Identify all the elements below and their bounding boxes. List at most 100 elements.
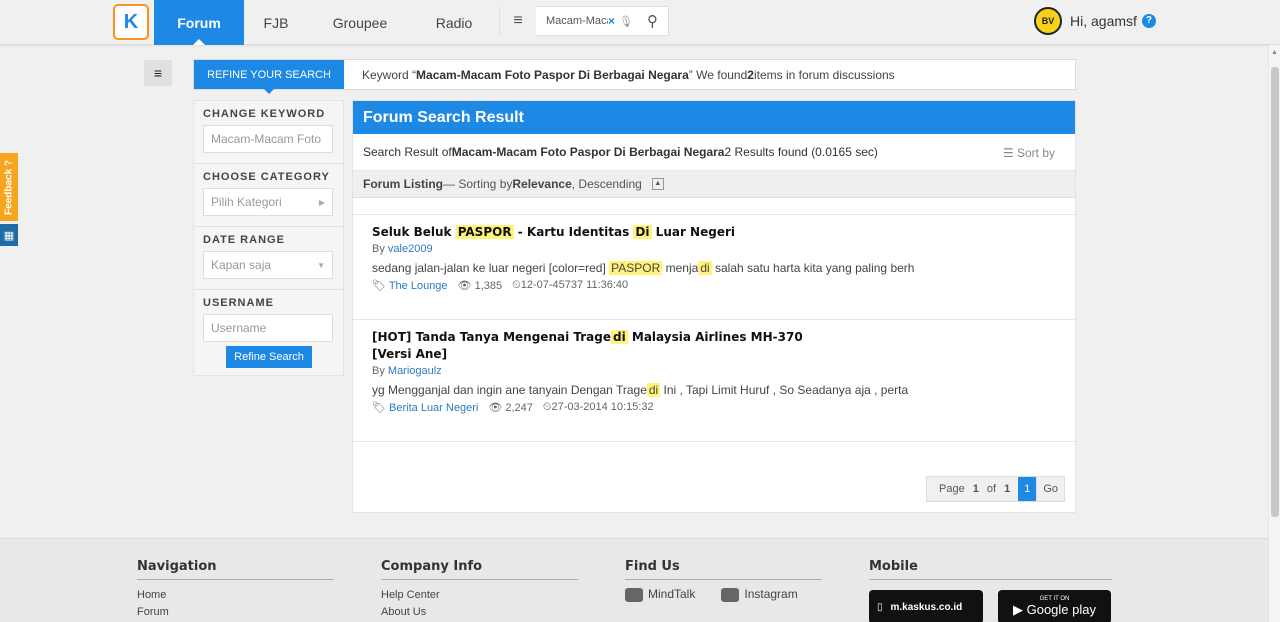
tab-fjb[interactable]: FJB (244, 0, 308, 45)
date-range-value: Kapan saja (211, 258, 272, 272)
tag-icon: 🏷 (372, 402, 386, 414)
sorting-order: , Descending (571, 177, 642, 191)
page-indicator: Page 1 of 1 (927, 477, 1019, 501)
footer-link-help-center[interactable]: Help Center (381, 587, 578, 604)
avatar[interactable]: BV (1034, 7, 1062, 35)
forum-listing-label: Forum Listing (363, 177, 443, 191)
category-link[interactable]: The Lounge (389, 280, 448, 292)
category-link[interactable]: Berita Luar Negeri (389, 402, 478, 414)
footer-mobile-title: Mobile (869, 559, 1112, 580)
thread-date: 12-07-45737 11:36:40 (520, 279, 629, 291)
thread-date: 27-03-2014 10:15:32 (551, 401, 654, 413)
thread-snippet: yg Mengganjal dan ingin ane tanyain Deng… (372, 383, 909, 397)
chevron-right-icon: ▶ (318, 197, 325, 207)
sort-toggle-icon[interactable]: ▲ (651, 178, 664, 190)
username-label: USERNAME (203, 297, 274, 309)
refine-your-search-tab[interactable]: REFINE YOUR SEARCH (194, 60, 344, 94)
footer-company-title: Company Info (381, 559, 578, 580)
refine-bar: REFINE YOUR SEARCH Keyword “Macam-Macam … (193, 59, 1076, 94)
tab-radio[interactable]: Radio (418, 0, 490, 45)
thread-title[interactable]: Seluk Beluk PASPOR - Kartu Identitas Di … (372, 224, 1056, 241)
feedback-tab[interactable]: Feedback ? (0, 153, 18, 221)
author-link[interactable]: Mariogaulz (388, 365, 442, 377)
eye-icon: 👁 (457, 280, 472, 292)
date-range-label: DATE RANGE (203, 234, 285, 246)
thread-author-line: By vale2009 (372, 243, 433, 255)
microphone-icon[interactable]: 🎙 (619, 15, 633, 28)
footer-link-home[interactable]: Home (137, 587, 334, 604)
scrollbar[interactable]: ▲ (1268, 45, 1280, 622)
mindtalk-icon (625, 587, 643, 602)
phone-icon: ▯ (877, 601, 883, 613)
thread-meta: 🏷 Berita Luar Negeri 👁 2,247 ⏲27-03-2014… (372, 401, 1056, 414)
thread-title[interactable]: [HOT] Tanda Tanya Mengenai Trage di Malay… (372, 329, 1056, 363)
sort-by-button[interactable]: ☰ Sort by (1003, 146, 1055, 160)
search-icon[interactable]: ⚲ (647, 12, 658, 30)
user-menu[interactable]: BV Hi, agamsf ? (1034, 7, 1156, 35)
go-button[interactable]: Go (1036, 477, 1064, 501)
footer-navigation-title: Navigation (137, 559, 334, 580)
result-count: 2 (747, 67, 754, 82)
refine-search-button[interactable]: Refine Search (226, 346, 312, 368)
tab-forum[interactable]: Forum (154, 0, 244, 45)
eye-icon: 👁 (488, 402, 503, 414)
pagination: Page 1 of 1 1 Go (926, 476, 1065, 502)
thread-meta: 🏷 The Lounge 👁 1,385 ⏲12-07-45737 11:36:… (372, 279, 1056, 292)
keyword-summary: Keyword “Macam-Macam Foto Paspor Di Berb… (362, 60, 895, 89)
building-icon[interactable]: ▦ (0, 224, 18, 246)
footer-link-about-us[interactable]: About Us (381, 604, 578, 621)
choose-category-label: CHOOSE CATEGORY (203, 171, 330, 183)
footer-link-mindtalk[interactable]: MindTalk (625, 587, 695, 602)
thread-author-line: By Mariogaulz (372, 365, 442, 377)
search-results-panel: Forum Search Result Search Result of Mac… (352, 100, 1076, 513)
search-box: ≡ × 🎙 ⚲ (499, 6, 669, 36)
help-icon[interactable]: ? (1141, 14, 1156, 28)
clear-search-icon[interactable]: × (608, 14, 615, 28)
footer-link-forum[interactable]: Forum (137, 604, 334, 621)
tab-groupee[interactable]: Groupee (315, 0, 405, 45)
google-play-label: ▶ Google play (1013, 602, 1096, 617)
scrollbar-thumb[interactable] (1271, 67, 1279, 517)
tag-icon: 🏷 (372, 280, 386, 292)
footer: Navigation Home Forum Company Info Help … (0, 538, 1268, 622)
sorting-label: — Sorting by (443, 177, 513, 191)
kaskus-logo[interactable]: K (113, 4, 149, 40)
thread-item: Seluk Beluk PASPOR - Kartu Identitas Di … (353, 215, 1075, 320)
mobile-site-badge[interactable]: ▯ m.kaskus.co.id (869, 590, 983, 622)
views-count: 2,247 (505, 402, 533, 414)
chevron-down-icon: ▼ (317, 260, 325, 270)
footer-findus-title: Find Us (625, 559, 822, 580)
category-select-value: Pilih Kategori (211, 195, 282, 209)
scroll-up-icon[interactable]: ▲ (1271, 49, 1278, 56)
keyword-prefix: Keyword “ (362, 67, 417, 82)
top-navbar: K Forum FJB Groupee Radio ≡ × 🎙 ⚲ BV Hi,… (0, 0, 1280, 45)
keyword-suffix-end: items in forum discussions (753, 67, 895, 82)
sort-by-label: Sort by (1016, 146, 1055, 160)
footer-mobile: Mobile (869, 559, 1112, 587)
page-1-button[interactable]: 1 (1018, 477, 1037, 501)
sorting-relevance: Relevance (512, 177, 572, 191)
sidebar-toggle-button[interactable]: ≡ (144, 60, 172, 86)
author-link[interactable]: vale2009 (388, 243, 433, 255)
search-menu-icon[interactable]: ≡ (500, 6, 536, 36)
search-input[interactable] (546, 15, 608, 27)
username-input[interactable]: Username (203, 314, 333, 342)
google-play-badge[interactable]: GET IT ON ▶ Google play (998, 590, 1111, 622)
results-summary: Search Result of Macam-Macam Foto Paspor… (353, 134, 1075, 171)
summary-keyword: Macam-Macam Foto Paspor Di Berbagai Nega… (451, 145, 725, 159)
footer-link-instagram[interactable]: Instagram (721, 587, 798, 602)
user-greeting[interactable]: Hi, agamsf (1070, 13, 1137, 29)
instagram-icon (721, 587, 740, 602)
date-range-select[interactable]: Kapan saja ▼ (203, 251, 333, 279)
keyword-text: Macam-Macam Foto Paspor Di Berbagai Nega… (416, 67, 689, 82)
username-placeholder: Username (211, 321, 267, 335)
footer-findus: Find Us MindTalk Instagram (625, 559, 822, 602)
listing-bar: Forum Listing — Sorting by Relevance, De… (353, 171, 1075, 198)
list-icon: ☰ (1002, 146, 1014, 160)
thread-snippet: sedang jalan-jalan ke luar negeri [color… (372, 261, 915, 275)
category-select[interactable]: Pilih Kategori ▶ (203, 188, 333, 216)
footer-navigation: Navigation Home Forum (137, 559, 334, 621)
keyword-input[interactable]: Macam-Macam Foto (203, 125, 333, 153)
summary-prefix: Search Result of (363, 145, 452, 159)
thread-item: [HOT] Tanda Tanya Mengenai Trage di Malay… (353, 320, 1075, 442)
